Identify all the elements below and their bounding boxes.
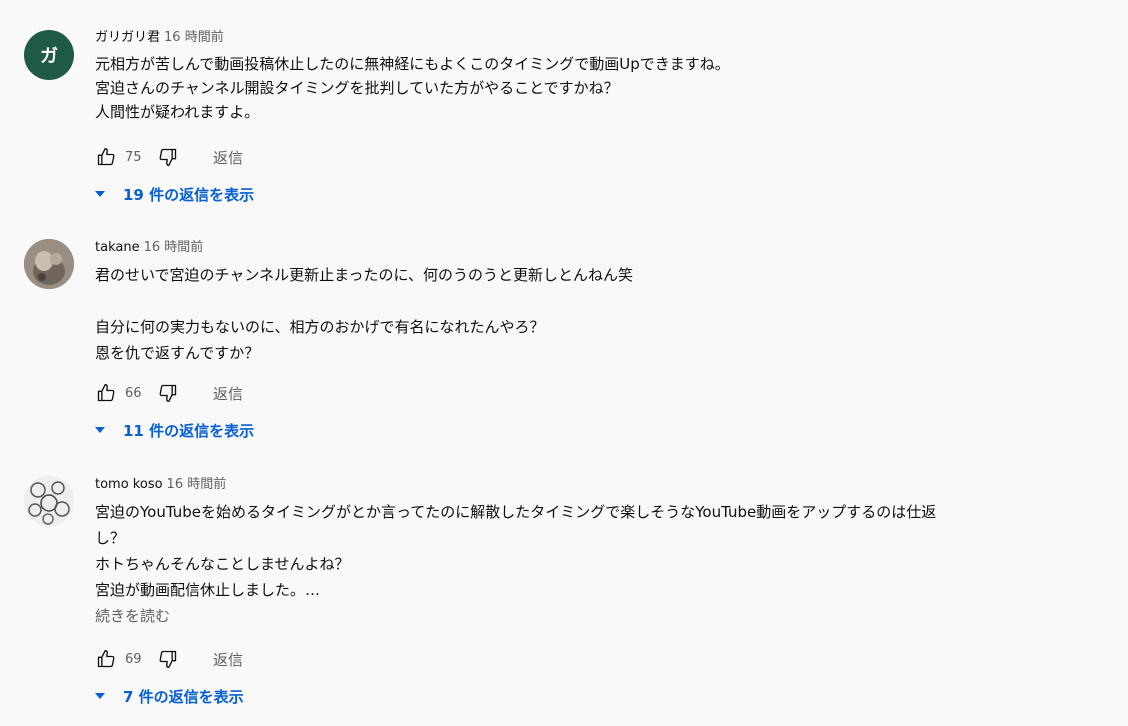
comment-timestamp[interactable]: 16 時間前 — [164, 30, 224, 45]
comment-line — [95, 288, 1105, 314]
comment-line: 元相方が苦しんで動画投稿休止したのに無神経にもよくこのタイミングで動画Upできま… — [95, 55, 730, 73]
comment-text: 宮迫のYouTubeを始めるタイミングがとか言ってたのに解散したタイミングで楽し… — [95, 499, 1105, 603]
reply-button[interactable]: 返信 — [213, 147, 243, 168]
view-replies-label: 7 件の返信を表示 — [123, 687, 244, 706]
comment-actions: 66 返信 — [95, 381, 243, 405]
comment-line: 人間性が疑われますよ。 — [95, 103, 260, 121]
view-replies-label: 11 件の返信を表示 — [123, 421, 255, 440]
avatar[interactable]: ガ — [24, 30, 74, 80]
reply-button[interactable]: 返信 — [213, 649, 243, 670]
view-replies-button[interactable]: 19 件の返信を表示 — [95, 182, 254, 206]
like-count: 66 — [125, 385, 142, 401]
thumbs-up-icon[interactable] — [95, 382, 117, 404]
comment-author[interactable]: ガリガリ君 — [95, 30, 160, 45]
comment-author[interactable]: tomo koso — [95, 477, 163, 492]
comment-line: 宮迫のYouTubeを始めるタイミングがとか言ってたのに解散したタイミングで楽し… — [95, 503, 937, 521]
thumbs-up-icon[interactable] — [95, 146, 117, 168]
comment-line: し？ — [95, 529, 126, 547]
reply-button[interactable]: 返信 — [213, 383, 243, 404]
caret-down-icon — [95, 693, 105, 699]
view-replies-label: 19 件の返信を表示 — [123, 185, 255, 204]
caret-down-icon — [95, 427, 105, 433]
comment-actions: 69 返信 — [95, 647, 243, 671]
caret-down-icon — [95, 191, 105, 197]
thumbs-down-icon[interactable] — [157, 146, 179, 168]
comment-actions: 75 返信 — [95, 145, 243, 169]
comment-line: 自分に何の実力もないのに、相方のおかげで有名になれたんやろ？ — [95, 318, 545, 336]
comment-header: ガリガリ君 16 時間前 — [95, 28, 1105, 48]
comment-line: 恩を仇で返すんですか？ — [95, 344, 260, 362]
comment-timestamp[interactable]: 16 時間前 — [167, 477, 227, 492]
read-more-link[interactable]: 続きを読む — [95, 605, 1105, 627]
thumbs-down-icon[interactable] — [157, 648, 179, 670]
comment-author[interactable]: takane — [95, 240, 140, 255]
comment-text: 君のせいで宮迫のチャンネル更新止まったのに、何のうのうと更新しとんねん笑 自分に何… — [95, 262, 1105, 366]
comment-timestamp[interactable]: 16 時間前 — [144, 240, 204, 255]
comment-header: takane 16 時間前 — [95, 238, 1105, 258]
view-replies-button[interactable]: 7 件の返信を表示 — [95, 684, 244, 708]
like-count: 75 — [125, 149, 142, 165]
comment-text: 元相方が苦しんで動画投稿休止したのに無神経にもよくこのタイミングで動画Upできま… — [95, 52, 1105, 124]
comment-line: ホトちゃんそんなことしませんよね？ — [95, 555, 350, 573]
avatar[interactable] — [24, 476, 74, 526]
view-replies-button[interactable]: 11 件の返信を表示 — [95, 418, 254, 442]
avatar[interactable] — [24, 239, 74, 289]
comment-header: tomo koso 16 時間前 — [95, 475, 1105, 495]
comment-line: 君のせいで宮迫のチャンネル更新止まったのに、何のうのうと更新しとんねん笑 — [95, 266, 634, 284]
thumbs-up-icon[interactable] — [95, 648, 117, 670]
like-count: 69 — [125, 651, 142, 667]
comment-line: 宮迫さんのチャンネル開設タイミングを批判していた方がやることですかね？ — [95, 79, 619, 97]
avatar-initial: ガ — [40, 46, 58, 67]
comment-line: 宮迫が動画配信休止しました。… — [95, 581, 321, 599]
thumbs-down-icon[interactable] — [157, 382, 179, 404]
